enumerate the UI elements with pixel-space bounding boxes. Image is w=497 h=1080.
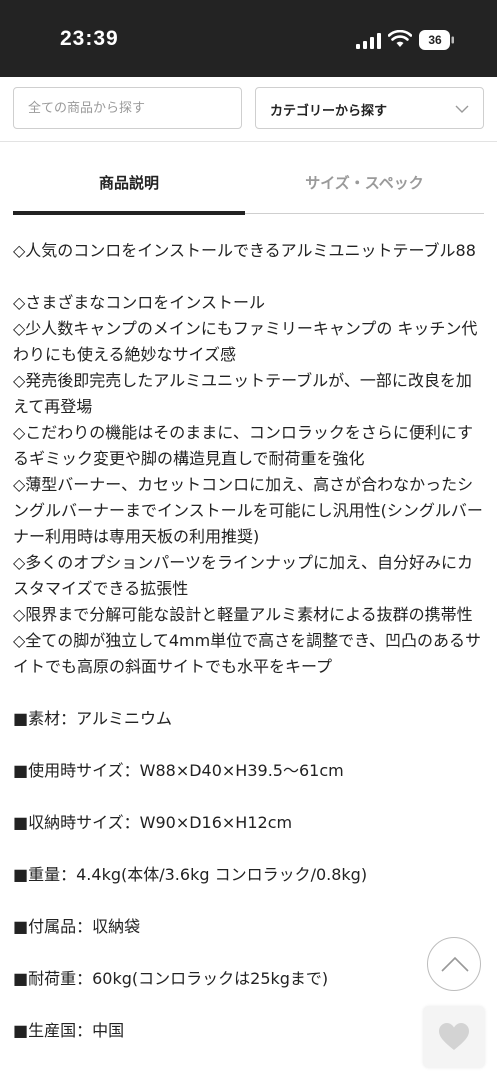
description-line: ◇少人数キャンプのメインにもファミリーキャンプの キッチン代わりにも使える絶妙な… xyxy=(13,319,478,364)
spec-weight: ■重量：4.4kg(本体/3.6kg コンロラック/0.8kg) xyxy=(13,865,368,884)
chevron-down-icon xyxy=(455,105,469,113)
status-time: 23:39 xyxy=(60,27,119,50)
description-line: ◇さまざまなコンロをインストール xyxy=(13,293,265,312)
battery-level: 36 xyxy=(428,33,442,47)
description-line: ◇限界まで分解可能な設計と軽量アルミ素材による抜群の携帯性 xyxy=(13,605,473,624)
product-description: ◇人気のコンロをインストールできるアルミユニットテーブル88 ◇さまざまなコンロ… xyxy=(13,238,485,1044)
status-bar: 23:39 36 xyxy=(0,0,497,77)
tab-size-spec[interactable]: サイズ・スペック xyxy=(245,172,484,196)
tab-product-description[interactable]: 商品説明 xyxy=(13,172,245,196)
category-select-label: カテゴリーから探す xyxy=(270,104,388,119)
spec-material: ■素材：アルミニウム xyxy=(13,709,172,728)
chevron-up-icon xyxy=(441,956,469,972)
description-line: ◇全ての脚が独立して4mm単位で高さを調整でき、凹凸のあるサイトでも高原の斜面サ… xyxy=(13,631,482,676)
favorite-button[interactable] xyxy=(423,1006,485,1068)
description-line: ◇こだわりの機能はそのままに、コンロラックをさらに便利にするギミック変更や脚の構… xyxy=(13,423,473,468)
search-input[interactable] xyxy=(13,87,242,129)
spec-accessories: ■付属品：収納袋 xyxy=(13,917,141,936)
spec-origin: ■生産国：中国 xyxy=(13,1021,125,1040)
description-line: ◇発売後即完売したアルミユニットテーブルが、一部に改良を加えて再登場 xyxy=(13,371,472,416)
description-line: ◇多くのオプションパーツをラインナップに加え、自分好みにカスタマイズできる拡張性 xyxy=(13,553,473,598)
wifi-icon xyxy=(388,30,412,47)
heart-icon xyxy=(439,1023,469,1050)
spec-size-in-use: ■使用時サイズ：W88×D40×H39.5〜61cm xyxy=(13,761,344,780)
description-line: ◇人気のコンロをインストールできるアルミユニットテーブル88 xyxy=(13,241,476,260)
tab-underline xyxy=(245,213,484,214)
spec-load-capacity: ■耐荷重：60kg(コンロラックは25kgまで) xyxy=(13,969,329,988)
spec-size-stored: ■収納時サイズ：W90×D16×H12cm xyxy=(13,813,293,832)
tab-active-indicator xyxy=(13,211,245,215)
category-select[interactable]: カテゴリーから探す xyxy=(255,87,484,129)
scroll-to-top-button[interactable] xyxy=(427,937,481,991)
cellular-signal-icon xyxy=(356,33,381,49)
header-divider xyxy=(0,141,497,142)
description-line: ◇薄型バーナー、カセットコンロに加え、高さが合わなかったシングルバーナーまでイン… xyxy=(13,475,483,546)
